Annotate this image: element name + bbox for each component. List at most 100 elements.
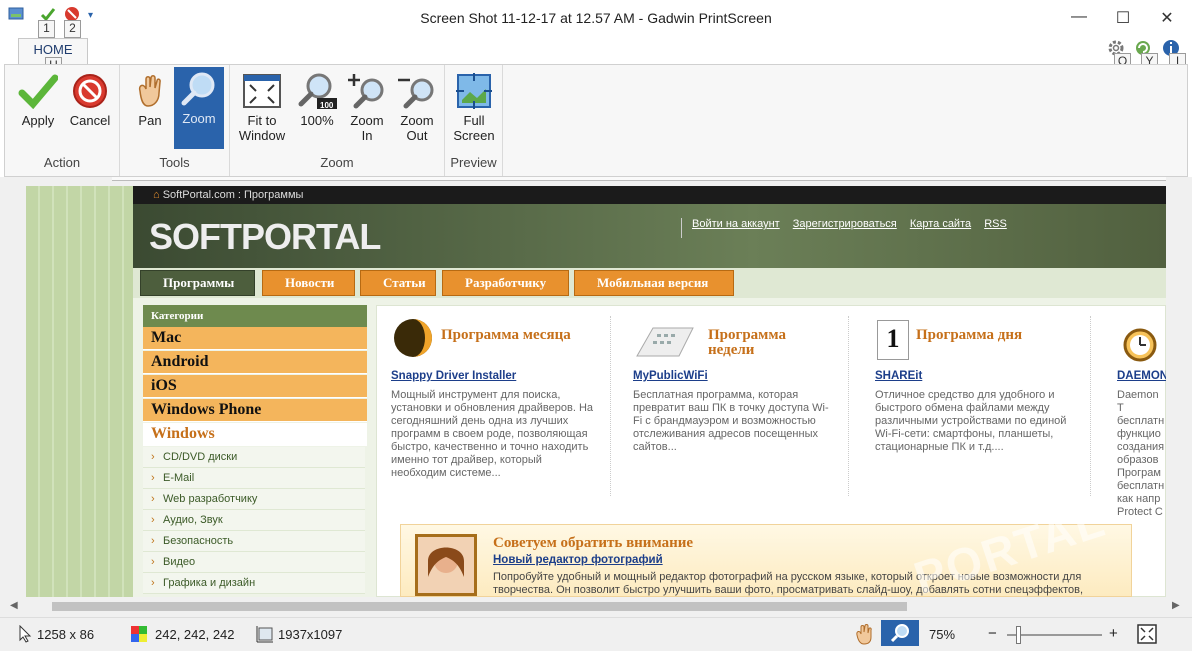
fit-to-window-button[interactable]: Fit to Window (234, 69, 290, 149)
zoom-out-small-button[interactable]: − (988, 625, 997, 642)
sp-logo[interactable]: SOFTPORTAL (149, 216, 381, 258)
divider (1090, 316, 1091, 496)
sp-rss-link[interactable]: RSS (984, 218, 1007, 230)
cancel-icon (73, 74, 107, 108)
pan-status-icon[interactable] (852, 623, 874, 648)
photo-frame-icon (415, 534, 477, 596)
sp-nav-articles[interactable]: Статьи (360, 270, 436, 296)
sp-breadcrumb: ⌂ SoftPortal.com : Программы (133, 186, 1166, 204)
group-tools-label: Tools (159, 155, 190, 170)
sp-col4-heading (1117, 316, 1166, 364)
selection-marker (112, 177, 1166, 181)
group-zoom: Fit to Window 100 100% Zoom In Zoom Out … (230, 65, 445, 176)
hand-icon (138, 75, 161, 107)
zoom-100-badge: 100 (320, 101, 334, 110)
sp-recommend-text: Попробуйте удобный и мощный редактор фот… (493, 571, 1084, 596)
zoom-tool-button[interactable]: Zoom (174, 67, 224, 149)
captured-image[interactable]: ⌂ SoftPortal.com : Программы SOFTPORTAL … (26, 186, 1166, 597)
ribbon-tab-row: HOME H O Y I (0, 38, 1192, 75)
title-bar: ▾ 1 2 Screen Shot 11-12-17 at 12.57 AM -… (0, 0, 1192, 38)
sp-nav-developers[interactable]: Разработчику (442, 270, 569, 296)
fit-window-small-icon[interactable] (1137, 624, 1157, 647)
sp-day-heading: Программа дня (916, 327, 1023, 343)
zoom-100-label: 100% (300, 113, 334, 128)
group-tools: Pan Zoom Tools (120, 65, 230, 176)
divider (610, 316, 611, 496)
sp-category-windows-phone[interactable]: Windows Phone (143, 399, 367, 422)
page-background-pattern (26, 186, 134, 597)
zoom-in-label: Zoom In (350, 113, 384, 143)
group-action-label: Action (43, 155, 81, 170)
image-canvas[interactable]: ⌂ SoftPortal.com : Программы SOFTPORTAL … (0, 177, 1192, 597)
scroll-left-arrow-icon[interactable]: ◀ (10, 600, 18, 611)
group-preview: Full Screen Preview (445, 65, 503, 176)
sp-col4-link[interactable]: DAEMON (1117, 370, 1166, 383)
sp-nav-programs[interactable]: Программы (140, 270, 255, 296)
close-button[interactable]: ✕ (1156, 8, 1178, 30)
magnifier-icon (181, 72, 215, 106)
sp-column-4: DAEMON Daemon T бесплатн функцио создани… (1117, 316, 1166, 519)
zoom-percentage: 75% (929, 627, 956, 642)
sp-category-ios[interactable]: iOS (143, 375, 367, 398)
sp-nav-news[interactable]: Новости (262, 270, 355, 296)
image-dimensions: 1937x1097 (278, 627, 343, 642)
minimize-button[interactable]: — (1068, 8, 1090, 30)
sp-header: SOFTPORTAL Войти на аккаунт Зарегистриро… (133, 204, 1166, 268)
sp-month-link[interactable]: Snappy Driver Installer (391, 370, 621, 383)
sp-category-android[interactable]: Android (143, 351, 367, 374)
maximize-button[interactable]: ☐ (1112, 8, 1134, 30)
apply-button[interactable]: Apply (15, 69, 61, 149)
sp-week-text: Бесплатная программа, которая превратит … (633, 389, 829, 453)
sp-program-of-day: Программа дня SHAREit Отличное средство … (875, 316, 1105, 454)
pan-button[interactable]: Pan (126, 69, 174, 149)
full-screen-button[interactable]: Full Screen (449, 69, 499, 149)
zoom-in-button[interactable]: Zoom In (342, 69, 392, 149)
sp-month-text: Мощный инструмент для поиска, установки … (391, 389, 594, 479)
group-action: Apply Cancel Action (5, 65, 120, 176)
sp-login-link[interactable]: Войти на аккаунт (692, 218, 780, 230)
image-size-icon (256, 625, 274, 646)
sp-categories-title: Категории (143, 305, 367, 327)
cancel-button[interactable]: Cancel (65, 69, 115, 149)
sp-sub-graphics[interactable]: Графика и дизайн (143, 573, 365, 594)
zoom-in-small-button[interactable]: + (1109, 625, 1118, 642)
cancel-button-label: Cancel (69, 113, 111, 128)
sp-category-windows[interactable]: Windows (143, 423, 367, 446)
zoom-slider-track[interactable] (1007, 626, 1102, 644)
sp-sub-audio[interactable]: Аудио, Звук (143, 510, 365, 531)
sp-breadcrumb-text: SoftPortal.com : Программы (162, 189, 304, 201)
checkmark-icon (18, 74, 58, 109)
sp-sub-cd-dvd[interactable]: CD/DVD диски (143, 447, 365, 468)
sp-day-text: Отличное средство для удобного и быстрог… (875, 389, 1067, 453)
sp-sub-video[interactable]: Видео (143, 552, 365, 573)
group-zoom-label: Zoom (320, 155, 354, 170)
zoom-status-button[interactable] (881, 620, 919, 646)
scroll-right-arrow-icon[interactable]: ▶ (1172, 600, 1180, 611)
sp-recommend-link[interactable]: Новый редактор фотографий (493, 554, 663, 566)
sp-sub-email[interactable]: E-Mail (143, 468, 365, 489)
sp-sitemap-link[interactable]: Карта сайта (910, 218, 971, 230)
scrollbar-thumb[interactable] (52, 602, 907, 611)
zoom-tool-label: Zoom (182, 111, 216, 126)
sp-sub-web[interactable]: Web разработчику (143, 489, 365, 510)
selection-size: 1258 x 86 (37, 627, 95, 642)
apply-button-label: Apply (21, 113, 55, 128)
pixel-color-value: 242, 242, 242 (155, 627, 235, 642)
sp-day-link[interactable]: SHAREit (875, 370, 1105, 383)
sp-recommend-heading: Советуем обратить внимание (493, 535, 694, 551)
sp-col4-text: Daemon T бесплатн функцио создания образ… (1117, 389, 1165, 518)
sp-nav-mobile[interactable]: Мобильная версия (574, 270, 734, 296)
cursor-icon (18, 624, 32, 646)
zoom-out-button[interactable]: Zoom Out (392, 69, 442, 149)
zoom-slider-thumb[interactable] (1016, 626, 1021, 644)
sp-register-link[interactable]: Зарегистрироваться (793, 218, 897, 230)
sp-top-links: Войти на аккаунт Зарегистрироваться Карт… (681, 218, 1007, 238)
full-screen-icon (456, 73, 492, 109)
sp-sub-security[interactable]: Безопасность (143, 531, 365, 552)
zoom-100-button[interactable]: 100 100% (292, 69, 342, 149)
full-screen-label: Full Screen (453, 113, 495, 143)
horizontal-scrollbar[interactable]: ◀ ▶ (0, 597, 1192, 617)
fit-to-window-label: Fit to Window (238, 113, 286, 143)
sp-week-link[interactable]: MyPublicWiFi (633, 370, 863, 383)
sp-category-mac[interactable]: Mac (143, 327, 367, 350)
